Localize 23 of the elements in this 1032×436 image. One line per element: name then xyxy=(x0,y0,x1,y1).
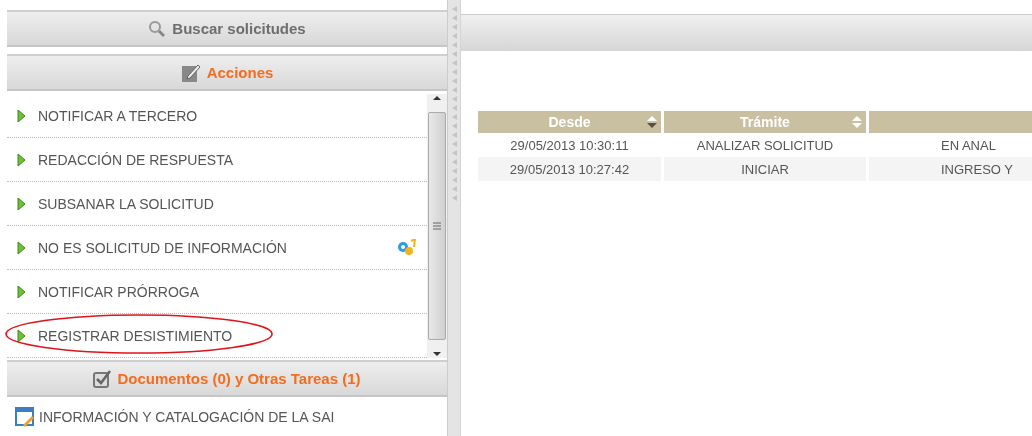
gears-icon xyxy=(397,238,417,257)
play-icon xyxy=(17,328,26,343)
table-cell: INGRESO Y xyxy=(869,157,1032,181)
play-icon xyxy=(17,152,26,167)
sort-icon[interactable] xyxy=(647,116,657,128)
play-icon xyxy=(17,240,26,255)
table-cell: 29/05/2013 10:27:42 xyxy=(478,157,661,181)
scroll-up-icon[interactable] xyxy=(432,94,442,103)
checkbox-icon xyxy=(93,369,112,388)
task-item[interactable]: INFORMACIÓN Y CATALOGACIÓN DE LA SAI xyxy=(7,397,447,436)
search-icon xyxy=(148,19,167,38)
action-item[interactable]: REGISTRAR DESISTIMIENTO xyxy=(7,314,427,359)
section-header[interactable]: Buscar solicitudes xyxy=(7,10,447,48)
action-item[interactable]: NO ES SOLICITUD DE INFORMACIÓN xyxy=(7,226,427,271)
play-icon xyxy=(17,196,26,211)
table-cell: INICIAR xyxy=(664,157,866,181)
edit-icon xyxy=(180,62,201,83)
scrollbar[interactable] xyxy=(427,94,447,359)
grip-icon xyxy=(433,222,441,231)
play-icon xyxy=(17,108,26,123)
form-edit-icon xyxy=(15,406,35,427)
splitter-handle[interactable] xyxy=(447,0,461,436)
play-icon xyxy=(17,284,26,299)
